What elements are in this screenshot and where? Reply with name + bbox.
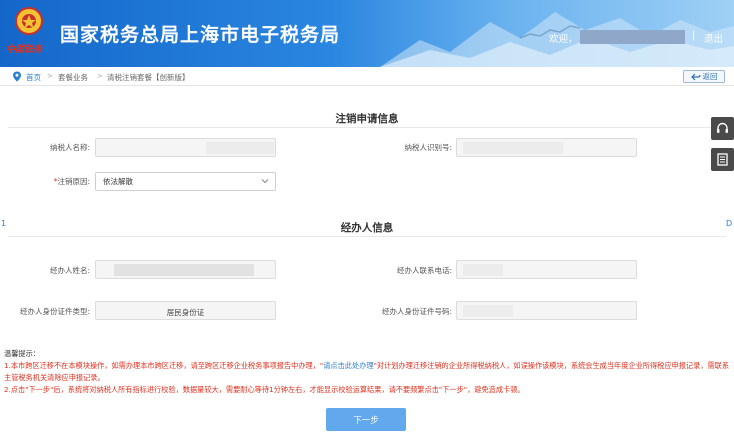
breadcrumb-home[interactable]: 首页 xyxy=(26,72,41,83)
warm-tips: 温馨提示： 1.本市跨区迁移不在本模块操作，如需办理本市跨区迁移，请至跨区迁移企… xyxy=(4,348,730,396)
logout-link[interactable]: 退出 xyxy=(704,31,723,45)
operation-manual-button[interactable] xyxy=(711,148,734,171)
cancel-reason-select[interactable]: 依法解散 xyxy=(95,172,276,191)
agent-id-type-value: 居民身份证 xyxy=(166,308,205,317)
agent-phone-field xyxy=(456,260,637,279)
section-divider xyxy=(8,236,726,237)
header-separator: | xyxy=(692,30,696,41)
welcome-text: 欢迎， xyxy=(549,34,578,45)
back-arrow-icon xyxy=(690,73,701,80)
site-header: 中国税务 国家税务总局上海市电子税务局 欢迎， | 退出 xyxy=(0,0,734,67)
headset-icon xyxy=(717,122,728,133)
right-edge-mark: D xyxy=(726,219,733,228)
breadcrumb-separator: > xyxy=(97,72,103,80)
agent-id-number-field xyxy=(456,301,637,320)
next-step-button[interactable]: 下一步 xyxy=(326,408,406,431)
taxpayer-id-label: 纳税人识别号: xyxy=(404,143,452,152)
section-title-application: 注销申请信息 xyxy=(335,113,399,125)
cancel-reason-label: *注销原因: xyxy=(20,176,90,187)
agent-id-number-label: 经办人身份证件号码: xyxy=(381,307,452,316)
manual-book-icon xyxy=(717,153,728,166)
cancel-reason-value: 依法解散 xyxy=(103,177,133,186)
tips-line-2: 2.点击"下一步"后，系统将对纳税人所有指标进行校验，数据量较大，需要耐心等待1… xyxy=(4,385,525,394)
breadcrumb: 首页 > 套餐业务 > 清税注销套餐【创新版】 返回 xyxy=(0,67,734,86)
breadcrumb-package[interactable]: 套餐业务 xyxy=(58,72,88,83)
agent-name-field xyxy=(95,260,276,279)
tips-line-1: 1.本市跨区迁移不在本模块操作，如需办理本市跨区迁移，请至跨区迁移企业税务事项报… xyxy=(4,361,730,382)
tax-emblem-icon xyxy=(15,7,43,35)
username-redacted xyxy=(580,30,685,44)
left-edge-mark: 1 xyxy=(1,219,7,228)
breadcrumb-current: 清税注销套餐【创新版】 xyxy=(107,73,190,82)
migration-link[interactable]: 请点击此处办理 xyxy=(323,361,373,370)
section-title-agent: 经办人信息 xyxy=(340,222,394,234)
location-pin-icon xyxy=(13,71,21,82)
breadcrumb-separator: > xyxy=(47,72,53,80)
section-divider xyxy=(8,127,726,128)
agent-phone-label: 经办人联系电话: xyxy=(396,266,452,275)
logo-caption: 中国税务 xyxy=(6,45,43,55)
cancel-reason-label-text: 注销原因: xyxy=(57,177,90,186)
taxpayer-name-label: 纳税人名称: xyxy=(49,143,90,152)
agent-id-type-label: 经办人身份证件类型: xyxy=(19,307,90,316)
agent-id-type-field: 居民身份证 xyxy=(95,301,276,320)
taxpayer-id-field xyxy=(456,138,637,157)
back-button[interactable]: 返回 xyxy=(683,70,725,83)
back-button-label: 返回 xyxy=(702,72,718,81)
tips-title: 温馨提示： xyxy=(4,349,40,358)
site-title: 国家税务总局上海市电子税务局 xyxy=(60,24,341,46)
agent-name-label: 经办人姓名: xyxy=(49,266,90,275)
taxpayer-name-field xyxy=(95,138,276,157)
chevron-down-icon xyxy=(261,179,269,184)
customer-service-button[interactable] xyxy=(711,117,734,140)
